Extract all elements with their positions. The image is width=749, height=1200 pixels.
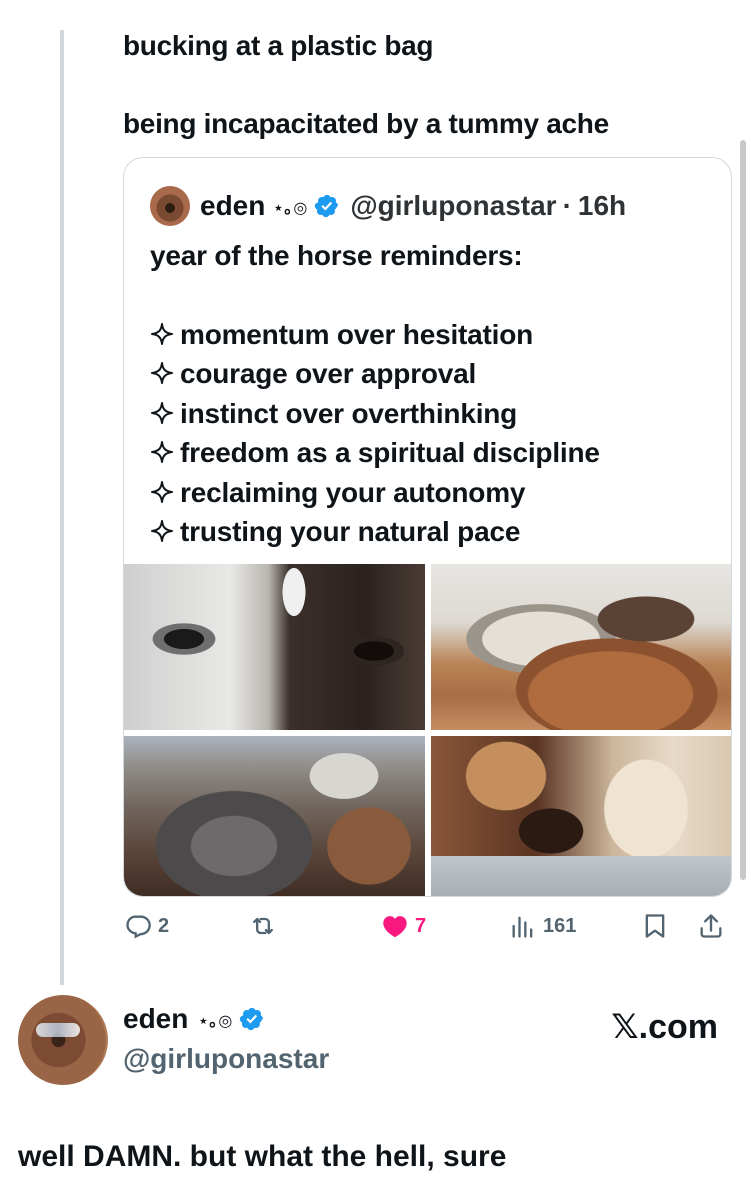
thread-connector-line: [60, 30, 64, 985]
x-com-logo: 𝕏.com: [611, 1008, 718, 1046]
list-item-text: freedom as a spiritual discipline: [180, 437, 600, 468]
list-item: courage over approval: [150, 354, 720, 394]
share-icon: [700, 914, 722, 938]
list-item-text: reclaiming your autonomy: [180, 476, 526, 508]
repost-icon: [253, 917, 273, 935]
bookmark-button[interactable]: [641, 912, 675, 940]
quoted-post-time[interactable]: 16h: [578, 190, 626, 222]
photo-grid: [124, 564, 731, 896]
list-item-text: momentum over hesitation: [180, 318, 534, 350]
list-item-text: trusting your natural pace: [180, 516, 521, 547]
reply-line-1: bucking at a plastic bag: [123, 30, 434, 61]
heart-icon: [383, 916, 407, 938]
views-count: 161: [543, 914, 577, 937]
quoted-post-text: year of the horse reminders: momentum ov…: [150, 236, 720, 552]
list-item: momentum over hesitation: [150, 315, 720, 355]
horse-photo-1[interactable]: [124, 564, 425, 730]
share-button[interactable]: [697, 912, 731, 940]
author-name[interactable]: eden: [123, 1003, 188, 1035]
sparkle-icon: [151, 322, 173, 345]
quoted-post-header: eden ⋆｡◎ @girluponastar · 16h: [150, 186, 626, 226]
list-item: trusting your natural pace: [150, 512, 720, 552]
author-name-decoration: ⋆｡◎: [198, 1013, 234, 1030]
reply-text: bucking at a plastic bag being incapacit…: [123, 28, 723, 142]
horse-photo-3[interactable]: [124, 736, 425, 896]
quoted-author-name[interactable]: eden: [200, 190, 265, 222]
post-author: eden ⋆｡◎ @girluponastar 𝕏.com: [18, 995, 738, 1085]
reply-count: 2: [158, 914, 170, 937]
horse-photo-4[interactable]: [431, 736, 731, 896]
bookmark-icon: [645, 914, 665, 938]
views-bar-chart-icon: [512, 916, 533, 938]
list-item: freedom as a spiritual discipline: [150, 433, 720, 473]
sparkle-icon: [151, 480, 173, 503]
separator-dot: ·: [562, 190, 572, 221]
quoted-name-decoration: ⋆｡◎: [273, 200, 309, 217]
list-item-text: courage over approval: [180, 358, 477, 389]
views-button[interactable]: 161: [509, 912, 576, 940]
sparkle-icon: [151, 441, 173, 463]
reply-icon: [126, 915, 151, 939]
list-item-text: instinct over overthinking: [180, 397, 518, 429]
horse-photo-2[interactable]: [431, 564, 731, 730]
author-avatar[interactable]: [18, 995, 108, 1085]
quoted-post-card[interactable]: eden ⋆｡◎ @girluponastar · 16h year of th…: [123, 157, 732, 897]
like-button[interactable]: 7: [381, 912, 426, 940]
list-item: instinct over overthinking: [150, 394, 720, 434]
quoted-post-intro: year of the horse reminders:: [150, 240, 523, 271]
author-handle[interactable]: @girluponastar: [123, 1043, 329, 1075]
post-action-bar: 2 7 161: [124, 912, 730, 948]
verified-badge-icon: [240, 1007, 264, 1031]
verified-badge-icon: [315, 194, 339, 218]
repost-button[interactable]: [249, 912, 283, 940]
sparkle-icon: [151, 362, 173, 384]
list-item: reclaiming your autonomy: [150, 473, 720, 513]
author-name-row: eden ⋆｡◎: [123, 1003, 275, 1035]
quoted-author-handle[interactable]: @girluponastar: [350, 190, 556, 222]
reply-button[interactable]: 2: [124, 912, 169, 940]
reply-line-2: being incapacitated by a tummy ache: [123, 108, 609, 139]
like-count: 7: [415, 914, 427, 937]
scrollbar[interactable]: [740, 140, 746, 880]
post-text: well DAMN. but what the hell, sure: [18, 1140, 507, 1173]
sparkle-icon: [151, 401, 173, 424]
quoted-author-avatar[interactable]: [150, 186, 190, 226]
sparkle-icon: [151, 520, 173, 542]
